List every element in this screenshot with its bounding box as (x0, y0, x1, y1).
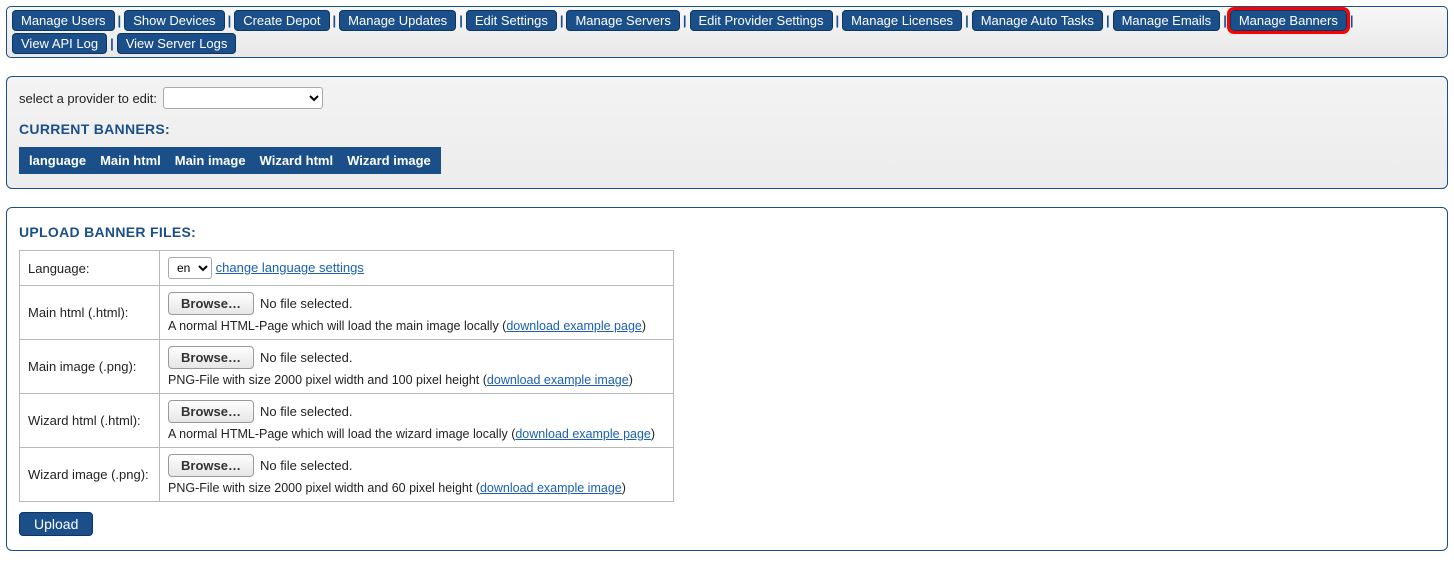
nav-manage-servers[interactable]: Manage Servers (566, 10, 679, 31)
upload-row: Main html (.html): Browse… No file selecte… (20, 286, 674, 340)
upload-row-content: en change language settings (160, 251, 674, 286)
upload-row-label: Wizard html (.html): (20, 394, 160, 448)
nav-separator: | (682, 13, 688, 28)
nav-show-devices[interactable]: Show Devices (124, 10, 224, 31)
nav-view-api-log[interactable]: View API Log (12, 33, 107, 54)
upload-row-content: Browse… No file selected. PNG-File with si… (160, 340, 674, 394)
top-nav-bar: Manage Users|Show Devices|Create Depot|M… (6, 6, 1448, 58)
nav-separator: | (964, 13, 970, 28)
browse-button[interactable]: Browse… (168, 400, 254, 423)
nav-separator: | (835, 13, 841, 28)
upload-row-content: Browse… No file selected. A normal HTML-Pa… (160, 394, 674, 448)
current-banners-panel: select a provider to edit: CURRENT BANNE… (6, 76, 1448, 189)
upload-title: UPLOAD BANNER FILES: (19, 224, 1435, 240)
upload-row-label: Wizard image (.png): (20, 448, 160, 502)
browse-button[interactable]: Browse… (168, 292, 254, 315)
upload-row: Wizard image (.png): Browse… No file selec… (20, 448, 674, 502)
download-example-link[interactable]: download example page (506, 319, 642, 333)
nav-separator: | (559, 13, 565, 28)
banners-col-main-image: Main image (175, 153, 246, 168)
nav-separator: | (1349, 13, 1355, 28)
nav-view-server-logs[interactable]: View Server Logs (117, 33, 237, 54)
no-file-label: No file selected. (260, 458, 353, 473)
language-select[interactable]: en (168, 257, 212, 279)
upload-row: Language:en change language settings (20, 251, 674, 286)
nav-manage-emails[interactable]: Manage Emails (1113, 10, 1221, 31)
download-example-link[interactable]: download example image (480, 481, 622, 495)
download-example-link[interactable]: download example image (487, 373, 629, 387)
no-file-label: No file selected. (260, 296, 353, 311)
nav-create-depot[interactable]: Create Depot (234, 10, 329, 31)
upload-row: Main image (.png): Browse… No file selecte… (20, 340, 674, 394)
no-file-label: No file selected. (260, 404, 353, 419)
nav-separator: | (117, 13, 123, 28)
nav-manage-users[interactable]: Manage Users (12, 10, 115, 31)
nav-separator: | (1222, 13, 1228, 28)
help-text: A normal HTML-Page which will load the m… (168, 319, 665, 333)
nav-manage-licenses[interactable]: Manage Licenses (842, 10, 962, 31)
change-language-link[interactable]: change language settings (216, 260, 364, 275)
help-text: PNG-File with size 2000 pixel width and … (168, 481, 665, 495)
upload-row-label: Main html (.html): (20, 286, 160, 340)
provider-label: select a provider to edit: (19, 91, 157, 106)
nav-separator: | (458, 13, 464, 28)
banners-col-language: language (29, 153, 86, 168)
nav-manage-auto-tasks[interactable]: Manage Auto Tasks (972, 10, 1103, 31)
current-banners-title: CURRENT BANNERS: (19, 121, 1435, 137)
banners-col-wizard-html: Wizard html (260, 153, 334, 168)
upload-row-content: Browse… No file selected. A normal HTML-Pa… (160, 286, 674, 340)
browse-button[interactable]: Browse… (168, 454, 254, 477)
upload-table: Language:en change language settingsMain… (19, 250, 674, 502)
upload-row: Wizard html (.html): Browse… No file selec… (20, 394, 674, 448)
upload-row-content: Browse… No file selected. PNG-File with si… (160, 448, 674, 502)
current-banners-header: language Main html Main image Wizard html Wi… (19, 147, 441, 174)
banners-col-wizard-image: Wizard image (347, 153, 431, 168)
banners-col-main-html: Main html (100, 153, 161, 168)
upload-row-label: Main image (.png): (20, 340, 160, 394)
nav-separator: | (1105, 13, 1111, 28)
nav-manage-updates[interactable]: Manage Updates (339, 10, 456, 31)
nav-separator: | (332, 13, 338, 28)
help-text: A normal HTML-Page which will load the w… (168, 427, 665, 441)
nav-edit-provider-settings[interactable]: Edit Provider Settings (690, 10, 833, 31)
nav-edit-settings[interactable]: Edit Settings (466, 10, 557, 31)
upload-panel: UPLOAD BANNER FILES: Language:en change … (6, 207, 1448, 551)
nav-separator: | (227, 13, 233, 28)
help-text: PNG-File with size 2000 pixel width and … (168, 373, 665, 387)
nav-manage-banners[interactable]: Manage Banners (1230, 10, 1347, 31)
nav-separator: | (109, 36, 115, 51)
provider-select[interactable] (163, 87, 323, 109)
browse-button[interactable]: Browse… (168, 346, 254, 369)
no-file-label: No file selected. (260, 350, 353, 365)
download-example-link[interactable]: download example page (515, 427, 651, 441)
upload-row-label: Language: (20, 251, 160, 286)
upload-button[interactable]: Upload (19, 512, 93, 536)
